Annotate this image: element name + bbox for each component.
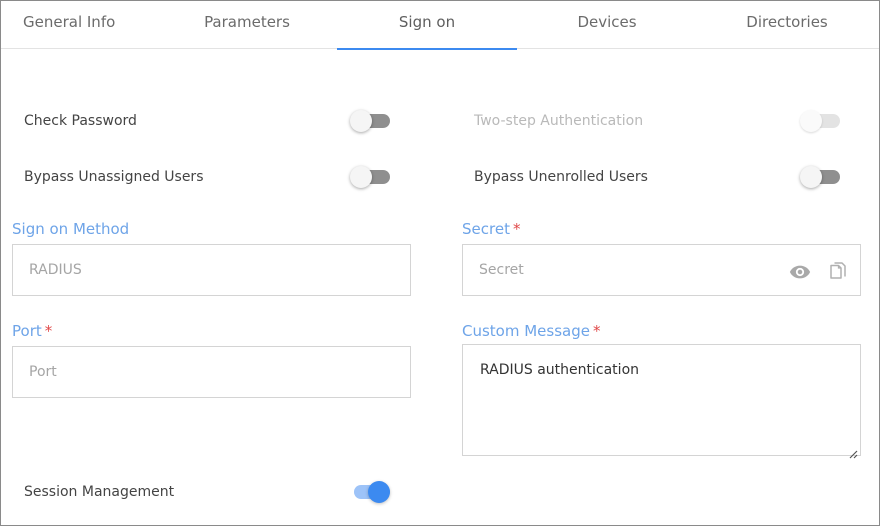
sign-on-panel: General Info Parameters Sign on Devices … xyxy=(0,0,880,526)
tab-bar: General Info Parameters Sign on Devices … xyxy=(1,1,879,50)
port-label: Port * xyxy=(12,322,52,340)
two-step-auth-label: Two-step Authentication xyxy=(474,113,644,129)
bypass-unenrolled-label: Bypass Unenrolled Users xyxy=(474,169,648,185)
required-mark: * xyxy=(44,322,53,340)
toggle-knob xyxy=(800,166,822,188)
tab-directories[interactable]: Directories xyxy=(697,1,877,49)
toggle-knob xyxy=(350,110,372,132)
bypass-unenrolled-toggle[interactable] xyxy=(800,165,842,189)
bypass-unassigned-label: Bypass Unassigned Users xyxy=(24,169,204,185)
toggle-knob xyxy=(350,166,372,188)
tab-sign-on[interactable]: Sign on xyxy=(337,1,517,50)
session-management-label: Session Management xyxy=(24,484,175,500)
toggle-knob xyxy=(800,110,822,132)
custom-message-label: Custom Message * xyxy=(462,322,600,340)
port-input[interactable] xyxy=(12,346,411,398)
sign-on-method-label: Sign on Method xyxy=(12,220,129,238)
two-step-auth-toggle xyxy=(800,109,842,133)
tab-devices[interactable]: Devices xyxy=(517,1,697,49)
check-password-toggle[interactable] xyxy=(350,109,392,133)
eye-icon[interactable] xyxy=(789,261,811,283)
port-label-text: Port xyxy=(12,322,42,340)
session-management-toggle[interactable] xyxy=(350,480,392,504)
custom-message-textarea[interactable]: RADIUS authentication xyxy=(462,344,861,456)
tab-general-info[interactable]: General Info xyxy=(1,1,157,49)
check-password-label: Check Password xyxy=(24,113,137,129)
copy-icon[interactable] xyxy=(828,261,850,283)
toggle-knob xyxy=(368,481,390,503)
sign-on-method-label-text: Sign on Method xyxy=(12,220,130,238)
sign-on-method-field[interactable] xyxy=(12,244,411,296)
required-mark: * xyxy=(512,220,521,238)
resize-grip-icon[interactable] xyxy=(848,444,858,459)
secret-label: Secret * xyxy=(462,220,520,238)
secret-label-text: Secret xyxy=(462,220,510,238)
required-mark: * xyxy=(592,322,601,340)
tab-parameters[interactable]: Parameters xyxy=(157,1,337,49)
bypass-unassigned-toggle[interactable] xyxy=(350,165,392,189)
custom-message-label-text: Custom Message xyxy=(462,322,590,340)
